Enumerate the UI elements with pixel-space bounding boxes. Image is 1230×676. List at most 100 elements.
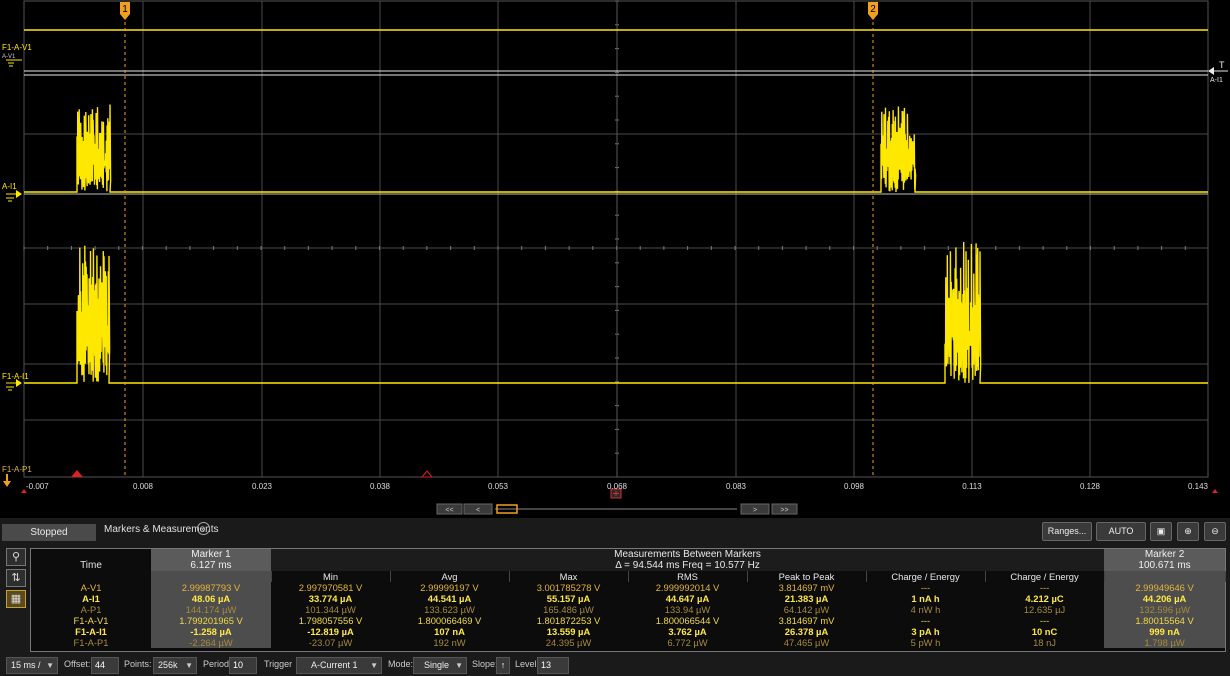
measurement-value: 4.212 µC (1025, 593, 1064, 604)
measurement-value: 3.814697 mV (778, 615, 835, 626)
measurement-value: 133.94 µW (664, 604, 711, 615)
status-bar: Stopped Markers & Measurements ⌄ Ranges.… (0, 518, 1230, 553)
axis-max-triangle-icon (1212, 489, 1218, 493)
time-scrollbar[interactable]: << < > >> (436, 503, 798, 515)
x-tick-label: 0.128 (1080, 482, 1101, 491)
scope-display[interactable]: 1 2 F1-A-V1 A-V1 A-I1 F1-A-I1 F1-A-P1 T … (0, 0, 1230, 520)
trigger-point-triangle-icon[interactable] (420, 470, 434, 478)
marker-1-header[interactable]: Marker 1 (151, 549, 271, 560)
measurement-value: 21.383 µA (784, 593, 829, 604)
layout-grid-icon[interactable]: ▦ (6, 590, 26, 608)
trigger-select[interactable]: A-Current 1 ▼ (296, 657, 382, 674)
marker-2-time: 100.671 ms (1104, 560, 1226, 571)
label-a-v1[interactable]: A-V1 (2, 54, 16, 60)
channel-name[interactable]: F1-A-P1 (31, 637, 151, 648)
probe-icon[interactable]: ⚲ (6, 548, 26, 566)
channel-name[interactable]: A-I1 (31, 593, 151, 604)
label-a-i1[interactable]: A-I1 (2, 182, 17, 191)
marker-1-value: 144.174 µW (151, 604, 271, 615)
x-tick-label: 0.098 (844, 482, 865, 491)
level-input[interactable]: 13 mA (537, 657, 569, 676)
acquisition-status: Stopped (2, 524, 96, 541)
column-header: Charge / Energy (866, 571, 986, 582)
measurement-value: 3.814697 mV (778, 582, 835, 593)
delta-frequency: Δ = 94.544 ms Freq = 10.577 Hz (271, 560, 1105, 571)
chevron-down-icon[interactable]: ⌄ (197, 522, 210, 535)
measurement-value: 2.99999197 V (420, 582, 479, 593)
measurement-value: 10 nC (1031, 626, 1058, 637)
marker-1-flag[interactable]: 1 (120, 2, 130, 20)
trace-a-i1[interactable] (24, 104, 1208, 193)
x-tick-label: -0.007 (26, 482, 49, 491)
marker-2-value: 132.596 µW (1104, 604, 1226, 615)
x-tick-label: 0.053 (488, 482, 509, 491)
mode-select[interactable]: Single ▼ (413, 657, 467, 674)
measurement-value: 55.157 µA (546, 593, 591, 604)
measurements-table: Time Marker 1 Measurements Between Marke… (30, 548, 1226, 652)
markers-icon[interactable]: ⇅ (6, 569, 26, 587)
trigger-label: Trigger (264, 659, 293, 669)
table-row: F1-A-V1 1.799201965 V 1.798057556 V 1.80006… (31, 615, 1226, 626)
ground-down-arrow-icon (3, 474, 11, 487)
ground-icon (6, 190, 22, 202)
column-header: Max (509, 571, 629, 582)
points-select[interactable]: 256k ▼ (153, 657, 197, 674)
x-tick-label: 0.113 (962, 482, 982, 491)
measurement-value: 1.800066469 V (417, 615, 482, 626)
marker-2-value: 1.798 µW (1104, 637, 1226, 648)
measurement-value: -23.07 µW (308, 637, 353, 648)
measurement-value: 24.395 µW (545, 637, 592, 648)
ranges-button[interactable]: Ranges... (1042, 522, 1092, 541)
table-row: A-I1 48.06 µA 33.774 µA 44.541 µA 55.157 µA 4… (31, 593, 1226, 604)
offset-input[interactable]: 44 ms (91, 657, 119, 676)
measurement-value: 33.774 µA (308, 593, 353, 604)
table-row: A-P1 144.174 µW 101.344 µW 133.623 µW 165.48… (31, 604, 1226, 615)
table-row: F1-A-P1 -2.264 µW -23.07 µW 192 nW 24.395 µW… (31, 637, 1226, 648)
svg-text:<<: << (445, 507, 453, 514)
chevron-down-icon: ▼ (370, 661, 378, 670)
zoom-box-icon[interactable]: ▣ (1150, 522, 1172, 541)
measurement-value: 64.142 µW (783, 604, 830, 615)
trigger-tag[interactable]: T A-I1 (1208, 60, 1228, 84)
measurement-value: 1.801872253 V (536, 615, 601, 626)
points-label: Points: (124, 659, 152, 669)
svg-text:<: < (476, 507, 480, 514)
period-label: Period: (203, 659, 232, 669)
measurement-value: 26.378 µA (784, 626, 829, 637)
measurement-value: 6.772 µW (667, 637, 708, 648)
measurement-value: --- (1039, 615, 1050, 626)
marker-1-time: 6.127 ms (151, 560, 271, 571)
measurement-value: 18 nJ (1033, 637, 1056, 648)
channel-name[interactable]: F1-A-V1 (31, 615, 151, 626)
label-f1-a-i1[interactable]: F1-A-I1 (2, 372, 29, 381)
label-f1-a-v1[interactable]: F1-A-V1 (2, 43, 32, 52)
channel-name[interactable]: A-V1 (31, 582, 151, 593)
measurement-value: 13.559 µA (546, 626, 591, 637)
measurement-value: 192 nW (433, 637, 466, 648)
marker-2-flag[interactable]: 2 (868, 2, 878, 20)
measurement-value: --- (920, 582, 931, 593)
channel-name[interactable]: A-P1 (31, 604, 151, 615)
rising-edge-icon[interactable]: ↑ (496, 657, 510, 674)
timebase-select[interactable]: 15 ms / ▼ (6, 657, 58, 674)
period-value: 10 µs (229, 657, 257, 676)
zoom-in-icon[interactable]: ⊕ (1177, 522, 1199, 541)
chevron-down-icon: ▼ (46, 661, 54, 670)
label-f1-a-p1[interactable]: F1-A-P1 (2, 465, 32, 474)
auto-scale-button[interactable]: AUTO SCALE (1096, 522, 1146, 553)
marker-red-triangle-icon[interactable] (71, 470, 83, 477)
measurement-value: 133.623 µW (424, 604, 475, 615)
center-ticks (23, 0, 1186, 477)
zoom-out-icon[interactable]: ⊖ (1204, 522, 1226, 541)
channel-name[interactable]: F1-A-I1 (31, 626, 151, 637)
marker-1-label: 1 (122, 4, 128, 15)
marker-2-header[interactable]: Marker 2 (1104, 549, 1226, 560)
marker-2-label: 2 (870, 4, 876, 15)
measurement-value: 4 nW h (910, 604, 941, 615)
measurement-value: 47.465 µW (783, 637, 830, 648)
x-axis-labels: -0.007 0.008 0.023 0.038 0.053 0.068 0.083 0.09… (26, 482, 1209, 491)
column-header: Avg (390, 571, 510, 582)
trigger-tag-channel: A-I1 (1210, 77, 1223, 84)
measurement-value: 1.800066544 V (655, 615, 720, 626)
measurement-value: -12.819 µA (307, 626, 354, 637)
